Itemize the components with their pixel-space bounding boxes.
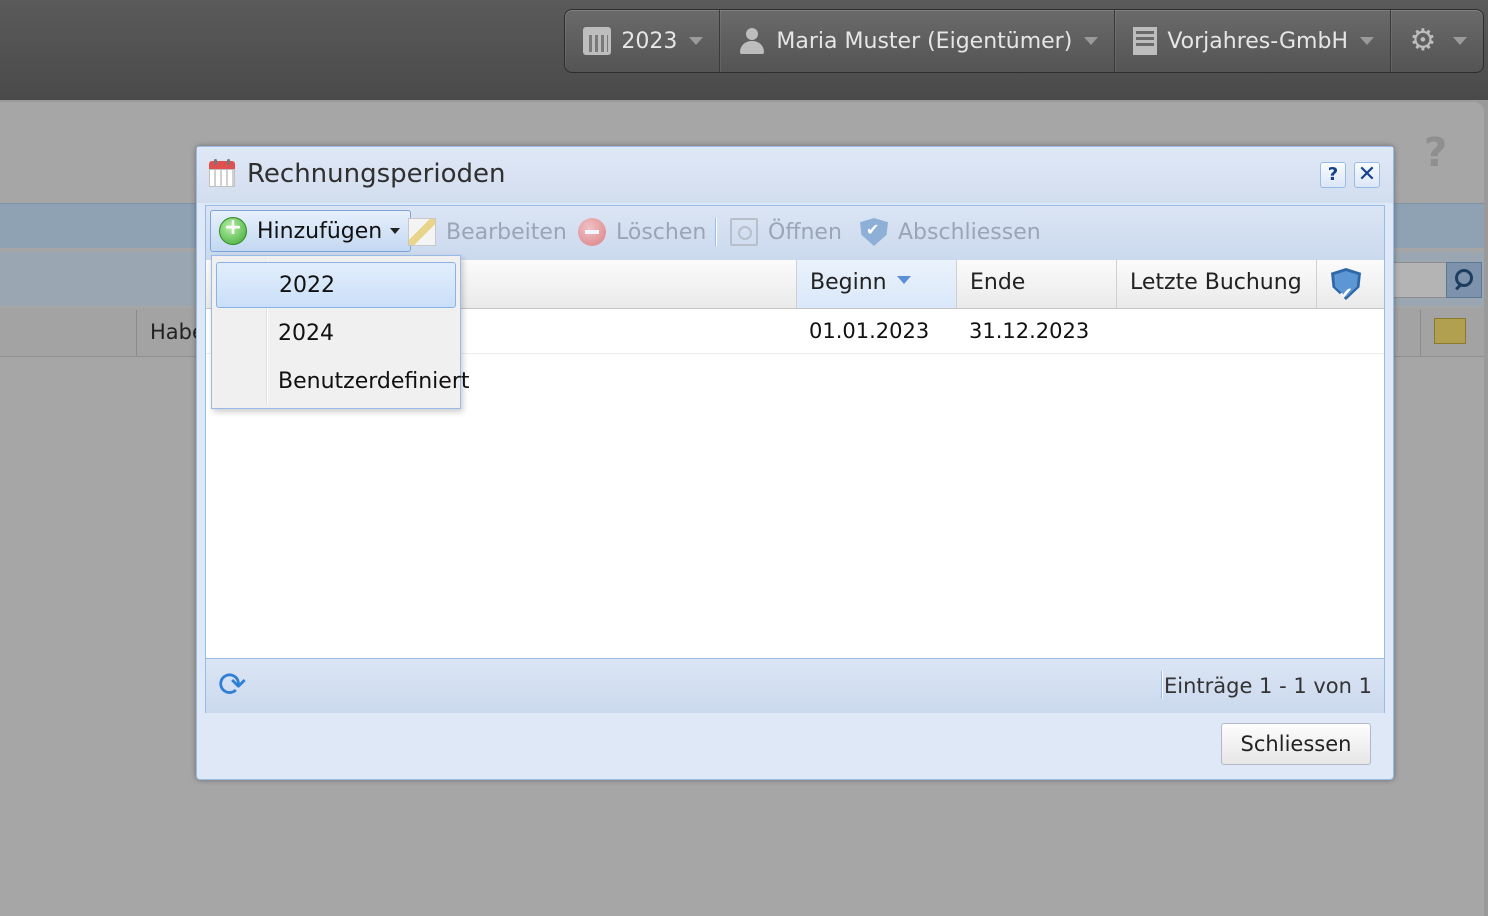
window-title: Rechnungsperioden [247, 159, 506, 189]
user-icon [738, 27, 766, 55]
open-icon [730, 218, 758, 246]
background-search-input[interactable] [1388, 262, 1448, 298]
toolbar-separator [715, 218, 717, 246]
column-header-begin[interactable]: Beginn [796, 260, 956, 308]
sort-desc-icon [896, 276, 911, 284]
calendar-icon [583, 27, 612, 55]
add-button[interactable]: Hinzufügen [210, 210, 412, 252]
delete-button-label: Löschen [616, 219, 707, 245]
column-header-end[interactable]: Ende [956, 260, 1116, 308]
close-period-button[interactable]: Abschliessen [860, 210, 1041, 254]
grid-toolbar: Hinzufügen Bearbeiten Löschen Öffnen Abs… [206, 206, 1384, 261]
calendar-icon [209, 159, 235, 187]
chevron-down-icon [390, 228, 401, 234]
settings-menu[interactable]: ⚙ [1390, 10, 1483, 72]
shield-icon [860, 218, 888, 246]
user-selector[interactable]: Maria Muster (Eigentümer) [719, 10, 1114, 72]
cell-last-booking [1116, 309, 1316, 353]
add-dropdown-menu: 2022 2024 Benutzerdefiniert [211, 255, 470, 409]
close-period-button-label: Abschliessen [898, 219, 1041, 245]
background-column-header[interactable]: Habe [136, 310, 205, 356]
chevron-down-icon [1360, 37, 1374, 45]
building-icon [1133, 27, 1158, 55]
add-button-label: Hinzufügen [257, 218, 383, 244]
shield-icon [1331, 268, 1361, 300]
background-column-separator [1420, 310, 1421, 356]
cell-begin: 01.01.2023 [809, 319, 930, 343]
chevron-down-icon [1453, 37, 1467, 45]
menu-item-2022[interactable]: 2022 [216, 262, 456, 308]
paging-toolbar: Einträge 1 - 1 von 1 [206, 658, 1384, 713]
edit-button[interactable]: Bearbeiten [408, 210, 567, 254]
top-bar: 2023 Maria Muster (Eigentümer) Vorjahres… [0, 0, 1488, 100]
refresh-icon[interactable] [218, 665, 248, 705]
window-header: Rechnungsperioden ? ✕ [197, 147, 1393, 203]
help-icon[interactable]: ? [1320, 162, 1346, 188]
gear-icon: ⚙ [1409, 23, 1437, 58]
menu-item-custom[interactable]: Benutzerdefiniert [216, 359, 470, 405]
search-icon[interactable] [1446, 262, 1482, 298]
note-icon[interactable] [1434, 318, 1466, 344]
column-header-begin-label: Beginn [810, 270, 887, 295]
paging-separator [1161, 671, 1163, 699]
year-selector[interactable]: 2023 [565, 10, 719, 72]
delete-button[interactable]: Löschen [578, 210, 706, 254]
close-icon[interactable]: ✕ [1354, 162, 1380, 188]
close-button[interactable]: Schliessen [1221, 723, 1371, 765]
user-label: Maria Muster (Eigentümer) [776, 28, 1073, 54]
open-button[interactable]: Öffnen [730, 210, 842, 254]
company-selector[interactable]: Vorjahres-GmbH [1114, 10, 1390, 72]
chevron-down-icon [1084, 37, 1099, 45]
top-menu: 2023 Maria Muster (Eigentümer) Vorjahres… [564, 9, 1484, 73]
column-header-last-booking[interactable]: Letzte Buchung [1116, 260, 1316, 308]
year-label: 2023 [621, 28, 678, 54]
menu-item-2024[interactable]: 2024 [216, 311, 456, 357]
cell-end: 31.12.2023 [969, 319, 1090, 343]
edit-button-label: Bearbeiten [446, 219, 567, 245]
pencil-icon [408, 218, 436, 246]
paging-info: Einträge 1 - 1 von 1 [1163, 674, 1372, 698]
periods-window: Rechnungsperioden ? ✕ Hinzufügen Bearbei… [196, 146, 1394, 780]
delete-icon [578, 218, 606, 246]
open-button-label: Öffnen [768, 219, 842, 245]
chevron-down-icon [689, 37, 704, 45]
column-header-closed[interactable] [1316, 260, 1384, 308]
add-icon [219, 215, 247, 245]
company-label: Vorjahres-GmbH [1167, 28, 1348, 54]
background-help-icon[interactable]: ? [1424, 130, 1447, 176]
